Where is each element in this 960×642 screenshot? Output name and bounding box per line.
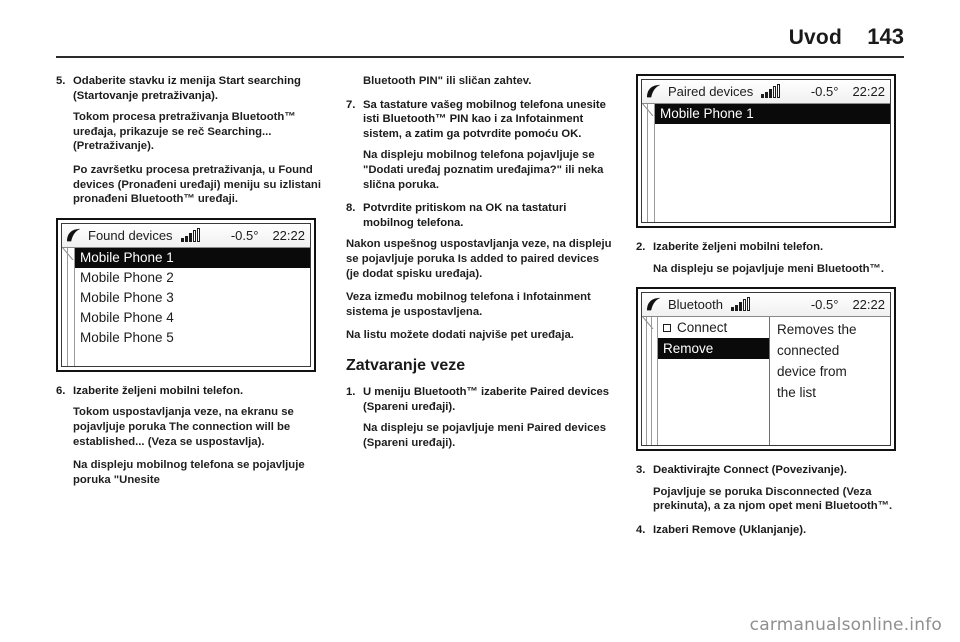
menu-item-connect[interactable]: Connect	[658, 317, 769, 338]
list-item-step-5: 5. Odaberite stavku iz menija Start sear…	[56, 74, 324, 103]
display-screen: Found devices -0.5° 22:22 Mobile Phone 1	[61, 222, 311, 367]
paragraph-added-to-paired: Nakon uspešnog uspostavljanja veze, na d…	[346, 238, 612, 280]
paragraph-connection-established: Tokom uspostavljanja veze, na ekranu se …	[73, 406, 294, 448]
step-number: 7.	[346, 98, 356, 111]
signal-strength-icon	[730, 297, 750, 312]
display-title: Found devices	[88, 227, 173, 243]
middle-column: Bluetooth PIN" ili sličan zahtev. 7. Sa …	[346, 74, 614, 604]
display-title: Paired devices	[668, 84, 754, 99]
display-body: Connect Remove Removes the connected dev…	[642, 316, 890, 446]
content-columns: 5. Odaberite stavku iz menija Start sear…	[56, 74, 904, 604]
menu-description-pane: Removes the connected device from the li…	[770, 317, 890, 445]
display-status-bar: Found devices -0.5° 22:22	[62, 223, 310, 248]
list-item-step-4: 4. Izaberi Remove (Uklanjanje).	[636, 523, 904, 538]
step-text: Izaberite željeni mobilni telefon.	[653, 241, 824, 253]
step-number: 6.	[56, 384, 66, 397]
list-item[interactable]: Mobile Phone 2	[75, 268, 310, 288]
list-item-step-7: 7. Sa tastature vašeg mobilnog telefona …	[346, 98, 614, 142]
signal-strength-icon	[180, 227, 200, 242]
list-item-step-3: 3. Deaktivirajte Connect (Povezivanje).	[636, 463, 904, 478]
step-number: 8.	[346, 202, 356, 215]
display-screen: Paired devices -0.5° 22:22 Mobile Phone …	[641, 79, 891, 223]
menu-item-label: Connect	[677, 320, 728, 336]
step-text: Potvrdite pritiskom na OK na tastaturi m…	[363, 202, 567, 229]
phone-handset-icon	[647, 84, 661, 98]
list-item[interactable]: Mobile Phone 3	[75, 288, 310, 308]
step-number: 2.	[636, 241, 646, 253]
display-scrollbar[interactable]	[62, 246, 75, 366]
list-item[interactable]: Mobile Phone 5	[75, 328, 310, 348]
display-scrollbar[interactable]	[642, 316, 658, 446]
list-item-step-2: 2. Izaberite željeni mobilni telefon.	[636, 240, 904, 255]
left-column: 5. Odaberite stavku iz menija Start sear…	[56, 74, 324, 604]
description-line: connected	[777, 343, 840, 359]
paragraph-connection-made: Veza između mobilnog telefona i Infotain…	[346, 291, 591, 318]
checkbox-icon[interactable]	[663, 323, 671, 332]
paragraph-add-known-device: Na displeju mobilnog telefona pojavljuje…	[363, 149, 604, 191]
list-item[interactable]: Mobile Phone 1	[75, 247, 310, 268]
display-paired-devices: Paired devices -0.5° 22:22 Mobile Phone …	[636, 74, 896, 228]
step-number: 5.	[56, 75, 66, 87]
menu-item-remove[interactable]: Remove	[658, 338, 769, 360]
menu-item-label: Remove	[663, 341, 714, 357]
paragraph-pin-request: Bluetooth PIN" ili sličan zahtev.	[363, 75, 532, 87]
paragraph-found-devices: Po završetku procesa pretraživanja, u Fo…	[73, 163, 321, 206]
display-status-bar: Bluetooth -0.5° 22:22	[642, 293, 890, 318]
step-number: 3.	[636, 464, 646, 477]
signal-strength-icon	[761, 84, 781, 98]
watermark: carmanualsonline.info	[749, 615, 942, 635]
paragraph-max-five-devices: Na listu možete dodati najviše pet uređa…	[346, 329, 574, 342]
header-divider	[56, 56, 904, 58]
step-text: Izaberite željeni mobilni telefon.	[73, 384, 244, 397]
display-clock: 22:22	[852, 297, 885, 313]
step-number: 1.	[346, 385, 356, 398]
display-body: Mobile Phone 1 Mobile Phone 2 Mobile Pho…	[62, 246, 310, 366]
bluetooth-menu-pane[interactable]: Connect Remove	[658, 317, 770, 446]
display-temperature: -0.5°	[810, 297, 839, 313]
header-row: Uvod 143	[56, 16, 904, 50]
right-column: Paired devices -0.5° 22:22 Mobile Phone …	[636, 74, 904, 604]
list-item-step-8: 8. Potvrdite pritiskom na OK na tastatur…	[346, 201, 614, 230]
paragraph-disconnected: Pojavljuje se poruka Disconnected (Veza …	[653, 485, 893, 513]
display-status-bar: Paired devices -0.5° 22:22	[642, 80, 890, 104]
step-text: U meniju Bluetooth™ izaberite Paired dev…	[363, 385, 610, 413]
step-number: 4.	[636, 523, 646, 536]
list-item-step-1: 1. U meniju Bluetooth™ izaberite Paired …	[346, 385, 614, 414]
list-item-step-6: 6. Izaberite željeni mobilni telefon.	[56, 384, 324, 399]
display-temperature: -0.5°	[810, 84, 839, 99]
phone-handset-icon	[647, 298, 661, 311]
device-list[interactable]: Mobile Phone 1 Mobile Phone 2 Mobile Pho…	[75, 247, 310, 366]
phone-handset-icon	[67, 228, 81, 242]
step-text: Deaktivirajte Connect (Povezivanje).	[653, 464, 847, 477]
step-text: Odaberite stavku iz menija Start searchi…	[73, 75, 301, 102]
display-scrollbar[interactable]	[642, 103, 655, 222]
list-item[interactable]: Mobile Phone 1	[655, 104, 890, 124]
page-header: Uvod 143	[56, 16, 904, 58]
description-line: device from	[777, 364, 847, 380]
step-text: Sa tastature vašeg mobilnog telefona une…	[363, 98, 606, 140]
description-line: Removes the	[777, 322, 857, 338]
display-clock: 22:22	[852, 84, 885, 99]
page-number: 143	[867, 24, 904, 49]
display-title: Bluetooth	[668, 297, 723, 313]
paragraph-paired-devices-menu: Na displeju se pojavljuje meni Paired de…	[363, 422, 606, 449]
paragraph-bluetooth-menu: Na displeju se pojavljuje meni Bluetooth…	[653, 262, 884, 275]
paragraph-phone-display-message: Na displeju mobilnog telefona se pojavlj…	[73, 459, 305, 486]
display-temperature: -0.5°	[230, 227, 259, 243]
display-clock: 22:22	[272, 227, 305, 243]
display-body: Mobile Phone 1	[642, 103, 890, 222]
list-item[interactable]: Mobile Phone 4	[75, 308, 310, 328]
step-text: Izaberi Remove (Uklanjanje).	[653, 523, 807, 536]
display-screen: Bluetooth -0.5° 22:22 Connect Remove Rem…	[641, 292, 891, 447]
section-title-closing-connection: Zatvaranje veze	[346, 356, 466, 374]
display-bluetooth-menu: Bluetooth -0.5° 22:22 Connect Remove Rem…	[636, 287, 896, 452]
paragraph-searching: Tokom procesa pretraživanja Bluetooth™ u…	[73, 111, 296, 153]
display-found-devices: Found devices -0.5° 22:22 Mobile Phone 1	[56, 217, 316, 372]
device-list[interactable]: Mobile Phone 1	[655, 104, 890, 222]
description-line: the list	[777, 385, 817, 401]
page-title: Uvod	[788, 26, 842, 49]
